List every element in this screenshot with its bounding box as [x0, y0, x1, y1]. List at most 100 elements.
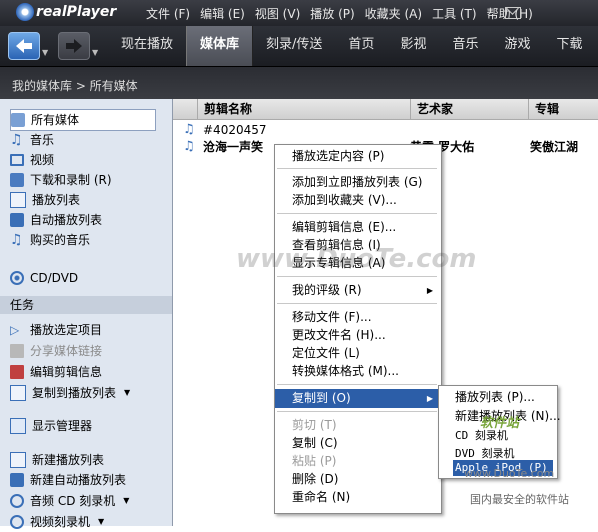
tab-movies[interactable]: 影视: [387, 26, 439, 66]
menu-bar: 文件 (F) 编辑 (E) 视图 (V) 播放 (P) 收藏夹 (A) 工具 (…: [146, 5, 533, 22]
disc-icon: [10, 515, 24, 529]
menu-view[interactable]: 视图 (V): [255, 5, 300, 22]
table-header: 剪辑名称 艺术家 专辑: [173, 99, 598, 120]
task-audio-cd-burner[interactable]: 音频 CD 刻录机 ▼: [10, 491, 129, 511]
copy-to-submenu: 播放列表 (P)... 新建播放列表 (N)... CD 刻录机 DVD 刻录机…: [438, 385, 561, 479]
menu-rename-file[interactable]: 更改文件名 (H)...: [275, 326, 439, 345]
new-auto-playlist-icon: [10, 473, 24, 487]
submenu-arrow-icon: ▶: [426, 286, 433, 295]
task-edit-clip-info[interactable]: 编辑剪辑信息: [10, 362, 102, 382]
menu-add-to-favorites[interactable]: 添加到收藏夹 (V)...: [275, 191, 439, 210]
menu-paste[interactable]: 粘贴 (P): [275, 452, 439, 471]
menu-separator: [277, 384, 437, 385]
tab-burn-transfer[interactable]: 刻录/传送: [253, 26, 335, 66]
media-library-icon: [11, 113, 25, 127]
back-button[interactable]: [8, 32, 40, 60]
disc-icon: [10, 494, 24, 508]
tab-library[interactable]: 媒体库: [186, 26, 254, 66]
clip-name: 沧海一声笑: [203, 140, 264, 154]
tab-music[interactable]: 音乐: [439, 26, 491, 66]
tab-downloads[interactable]: 下载: [543, 26, 595, 66]
new-playlist-icon: [10, 452, 26, 468]
sidebar-item-video[interactable]: 视频: [10, 150, 54, 170]
menu-move-file[interactable]: 移动文件 (F)...: [275, 308, 439, 327]
clip-album: 笑傲江湖: [530, 140, 579, 154]
task-new-playlist[interactable]: 新建播放列表: [10, 450, 104, 470]
music-note-icon: ♫: [183, 122, 195, 137]
back-dropdown-icon[interactable]: ▼: [42, 48, 48, 57]
playlist-add-icon: [10, 385, 26, 401]
auto-playlist-icon: [10, 213, 24, 227]
menu-file[interactable]: 文件 (F): [146, 5, 190, 22]
envelope-icon: [10, 344, 24, 358]
menu-copy[interactable]: 复制 (C): [275, 434, 439, 453]
sidebar-item-all-media[interactable]: 所有媒体: [10, 109, 156, 131]
menu-separator: [277, 411, 437, 412]
mail-icon[interactable]: [505, 7, 521, 19]
menu-my-rating[interactable]: 我的评级 (R) ▶: [275, 281, 439, 300]
task-video-burner[interactable]: 视频刻录机 ▼: [10, 512, 104, 532]
download-icon: [10, 173, 24, 187]
menu-tools[interactable]: 工具 (T): [432, 5, 477, 22]
task-new-auto-playlist[interactable]: 新建自动播放列表: [10, 470, 126, 490]
dropdown-arrow-icon[interactable]: ▼: [98, 512, 104, 532]
title-bar: realPlayer 文件 (F) 编辑 (E) 视图 (V) 播放 (P) 收…: [0, 0, 598, 26]
breadcrumb-bar: 我的媒体库 > 所有媒体: [0, 67, 598, 99]
tasks-header: 任务: [0, 296, 172, 314]
menu-favorites[interactable]: 收藏夹 (A): [365, 5, 422, 22]
main-tabs: 现在播放 媒体库 刻录/传送 首页 影视 音乐 游戏 下载: [108, 26, 596, 66]
menu-rename[interactable]: 重命名 (N): [275, 488, 439, 507]
tab-now-playing[interactable]: 现在播放: [108, 26, 186, 66]
menu-edit[interactable]: 编辑 (E): [200, 5, 245, 22]
forward-dropdown-icon[interactable]: ▼: [92, 48, 98, 57]
submenu-playlist[interactable]: 播放列表 (P)...: [439, 388, 555, 407]
sidebar-item-playlists[interactable]: 播放列表: [10, 190, 80, 210]
context-menu: 播放选定内容 (P) 添加到立即播放列表 (G) 添加到收藏夹 (V)... 编…: [274, 144, 442, 514]
menu-play-selected[interactable]: 播放选定内容 (P): [275, 147, 439, 166]
realplayer-logo: realPlayer: [16, 3, 116, 21]
menu-play[interactable]: 播放 (P): [310, 5, 354, 22]
menu-separator: [277, 276, 437, 277]
task-share-link[interactable]: 分享媒体链接: [10, 341, 102, 361]
menu-separator: [277, 213, 437, 214]
watermark: 软件站: [480, 416, 520, 431]
menu-copy-to[interactable]: 复制到 (O) ▶: [275, 389, 439, 408]
breadcrumb[interactable]: 我的媒体库 > 所有媒体: [12, 77, 138, 94]
music-note-icon: ♫: [10, 232, 23, 248]
playlist-icon: [10, 192, 26, 208]
menu-cut[interactable]: 剪切 (T): [275, 416, 439, 435]
dropdown-arrow-icon[interactable]: ▼: [123, 491, 129, 511]
music-note-icon: ♫: [183, 139, 195, 154]
music-note-icon: ♫: [10, 132, 23, 148]
sidebar: 所有媒体 ♫ 音乐 视频 下载和录制 (R) 播放列表 自动播放列表 ♫ 购买的音乐…: [0, 99, 173, 529]
watermark: 国内最安全的软件站: [470, 491, 569, 507]
folder-icon: [10, 418, 26, 434]
sidebar-item-cd-dvd[interactable]: CD/DVD: [10, 268, 78, 288]
sidebar-item-downloads[interactable]: 下载和录制 (R): [10, 170, 112, 190]
menu-add-to-now-playing[interactable]: 添加到立即播放列表 (G): [275, 173, 439, 192]
column-artist[interactable]: 艺术家: [410, 99, 529, 119]
sidebar-item-auto-playlists[interactable]: 自动播放列表: [10, 210, 102, 230]
monitor-icon: [10, 154, 24, 166]
task-copy-to-playlist[interactable]: 复制到播放列表 ▼: [10, 383, 130, 403]
edit-info-icon: [10, 365, 24, 379]
task-show-manager[interactable]: 显示管理器: [10, 416, 92, 436]
menu-edit-clip-info[interactable]: 编辑剪辑信息 (E)...: [275, 218, 439, 237]
dropdown-arrow-icon[interactable]: ▼: [124, 383, 130, 403]
menu-convert-format[interactable]: 转换媒体格式 (M)...: [275, 362, 439, 381]
watermark: www.DuoTe.com: [464, 467, 555, 480]
menu-locate-file[interactable]: 定位文件 (L): [275, 344, 439, 363]
menu-delete[interactable]: 删除 (D): [275, 470, 439, 489]
tab-games[interactable]: 游戏: [491, 26, 543, 66]
column-album[interactable]: 专辑: [528, 99, 598, 119]
task-play-selected[interactable]: ▷ 播放选定项目: [10, 320, 102, 340]
sidebar-item-purchased-music[interactable]: ♫ 购买的音乐: [10, 230, 90, 250]
arrow-right-icon: [66, 39, 82, 53]
column-clip-name[interactable]: 剪辑名称: [197, 99, 410, 119]
watermark: www.DuoTe.com: [236, 244, 477, 274]
submenu-arrow-icon: ▶: [426, 394, 433, 403]
sidebar-item-music[interactable]: ♫ 音乐: [10, 130, 54, 150]
menu-separator: [277, 303, 437, 304]
tab-home[interactable]: 首页: [335, 26, 387, 66]
forward-button[interactable]: [58, 32, 90, 60]
